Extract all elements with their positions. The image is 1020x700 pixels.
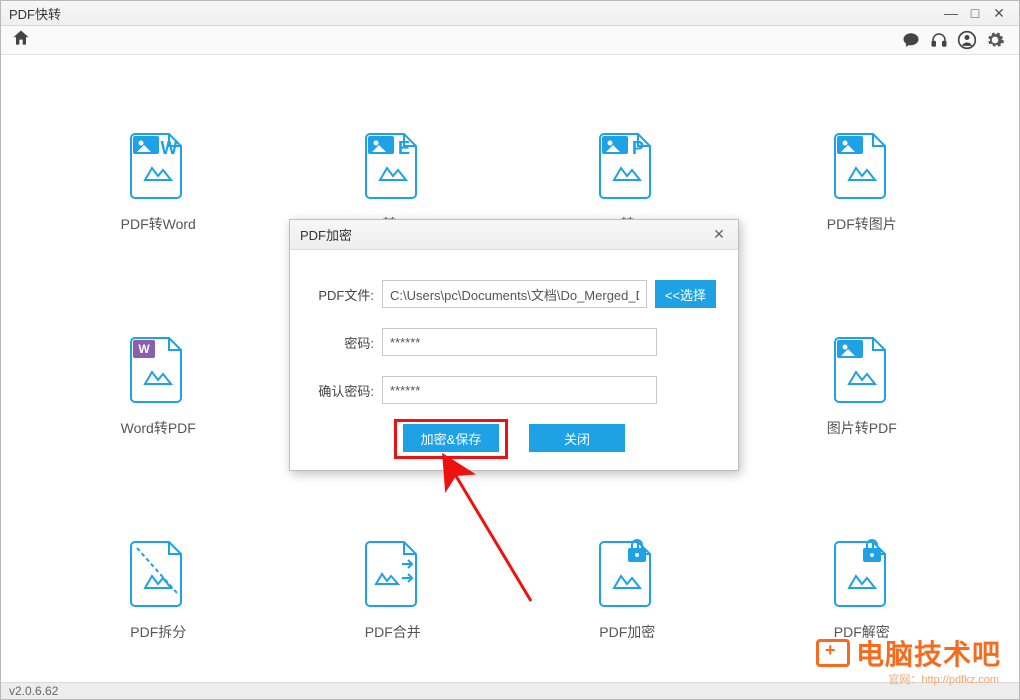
headphones-icon[interactable] (925, 26, 953, 54)
modal-close-button[interactable]: ✕ (710, 226, 728, 244)
tile-pdf-split[interactable]: PDF拆分 (127, 538, 189, 642)
tile-word-to-pdf[interactable]: W Word转PDF (121, 334, 196, 438)
pdf-lock-icon (596, 538, 658, 608)
statusbar: v2.0.6.62 (1, 682, 1019, 699)
file-path-input[interactable] (382, 280, 647, 308)
svg-text:P: P (632, 138, 644, 158)
password-input[interactable] (382, 328, 657, 356)
pdf-image-icon (831, 130, 893, 200)
tile-label: PDF合并 (365, 622, 421, 642)
user-icon[interactable] (953, 26, 981, 54)
confirm-password-label: 确认密码: (312, 381, 382, 400)
tile-pdf-lock[interactable]: PDF加密 (596, 538, 658, 642)
encrypt-modal: PDF加密 ✕ PDF文件: <<选择 密码: 确认密码: 加密 (289, 219, 739, 471)
pdf-badge-icon: E (362, 130, 424, 200)
encrypt-save-button[interactable]: 加密&保存 (403, 424, 499, 452)
svg-text:E: E (398, 138, 410, 158)
tile-image-to-pdf[interactable]: 图片转PDF (827, 334, 897, 438)
tile-label: PDF解密 (834, 622, 890, 642)
tile-label: PDF加密 (599, 622, 655, 642)
app-window: PDF快转 — □ ✕ W (0, 0, 1020, 700)
confirm-password-input[interactable] (382, 376, 657, 404)
pdf-badge-icon: P (596, 130, 658, 200)
toolbar (1, 26, 1019, 55)
gear-icon[interactable] (981, 26, 1009, 54)
svg-text:W: W (161, 138, 178, 158)
tile-pdf-badge[interactable]: W PDF转Word (121, 130, 196, 234)
pdf-badge-icon: W (127, 130, 189, 200)
home-icon[interactable] (11, 28, 31, 53)
pdf-split-icon (127, 538, 189, 608)
tile-label: PDF转图片 (827, 214, 897, 234)
close-button[interactable]: 关闭 (529, 424, 625, 452)
svg-text:W: W (139, 342, 151, 356)
image-to-pdf-icon (831, 334, 893, 404)
modal-titlebar: PDF加密 ✕ (290, 220, 738, 250)
pdf-merge-icon (362, 538, 424, 608)
tile-pdf-unlock[interactable]: PDF解密 (831, 538, 893, 642)
chat-icon[interactable] (897, 26, 925, 54)
tile-label: 图片转PDF (827, 418, 897, 438)
pdf-unlock-icon (831, 538, 893, 608)
password-label: 密码: (312, 333, 382, 352)
tile-pdf-merge[interactable]: PDF合并 (362, 538, 424, 642)
titlebar: PDF快转 — □ ✕ (1, 1, 1019, 26)
tile-pdf-image[interactable]: PDF转图片 (827, 130, 897, 234)
app-title: PDF快转 (9, 4, 61, 23)
tile-label: PDF转Word (121, 214, 196, 234)
tile-label: Word转PDF (121, 418, 196, 438)
word-to-pdf-icon: W (127, 334, 189, 404)
minimize-button[interactable]: — (939, 1, 963, 25)
tile-label: PDF拆分 (130, 622, 186, 642)
close-window-button[interactable]: ✕ (987, 1, 1011, 25)
version-label: v2.0.6.62 (9, 684, 58, 698)
modal-title: PDF加密 (300, 225, 352, 244)
choose-file-button[interactable]: <<选择 (655, 280, 716, 308)
file-label: PDF文件: (312, 285, 382, 304)
maximize-button[interactable]: □ (963, 1, 987, 25)
